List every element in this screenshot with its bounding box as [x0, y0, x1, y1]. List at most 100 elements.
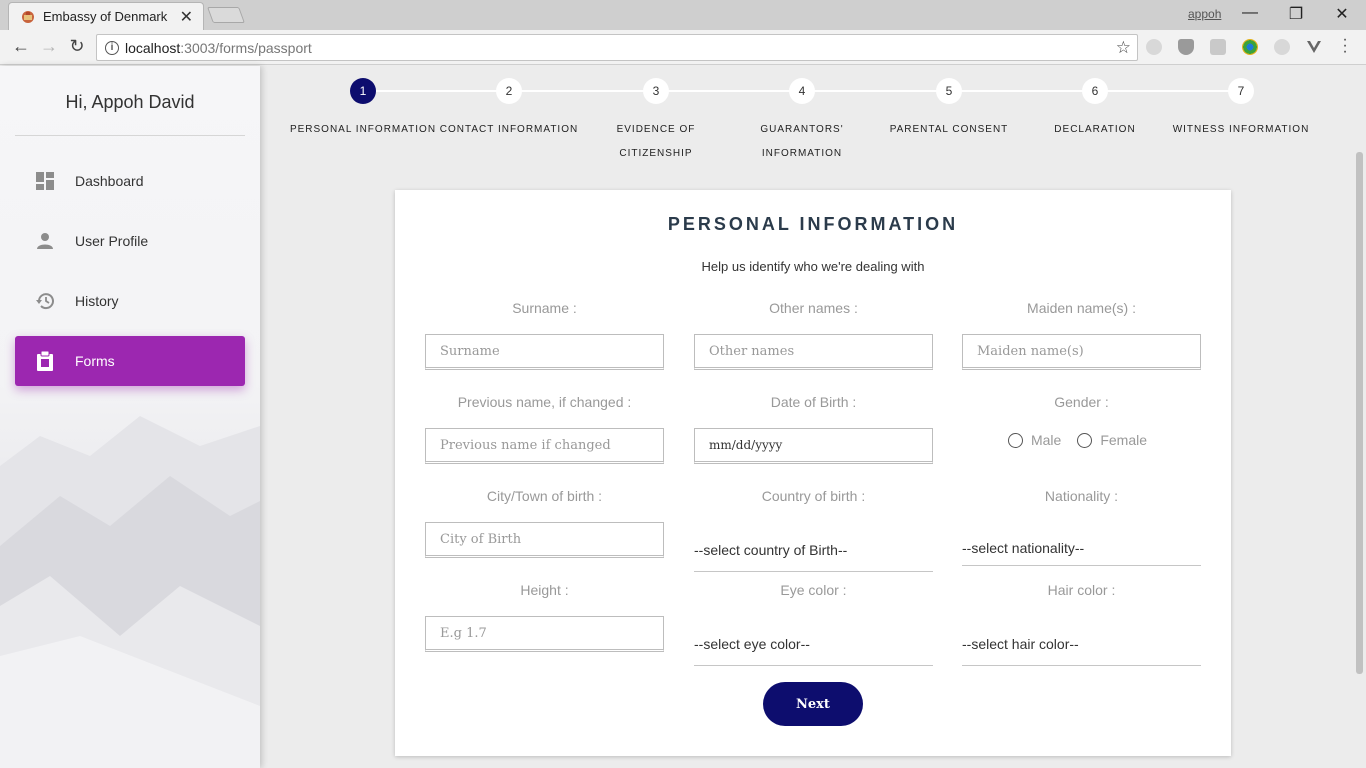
- city-of-birth-input[interactable]: [425, 522, 664, 558]
- back-arrow-icon[interactable]: ←: [10, 36, 32, 57]
- eye-color-select[interactable]: --select eye color--: [694, 628, 933, 666]
- gender-male-radio[interactable]: [1007, 432, 1023, 448]
- next-button[interactable]: Next: [763, 682, 863, 726]
- window-close-button[interactable]: ✕: [1332, 4, 1352, 24]
- step-label: CONTACT INFORMATION: [439, 124, 579, 135]
- profile-button[interactable]: appoh: [1186, 7, 1223, 21]
- browser-tab[interactable]: Embassy of Denmark ✕: [8, 2, 204, 30]
- step-number[interactable]: 5: [936, 78, 962, 104]
- date-of-birth-input[interactable]: mm/dd/yyyy: [694, 428, 933, 464]
- sidebar-item-dashboard[interactable]: Dashboard: [15, 156, 245, 206]
- step-label: GUARANTORS' INFORMATION: [760, 124, 844, 159]
- personal-information-form: PERSONAL INFORMATION Help us identify wh…: [395, 190, 1231, 756]
- history-icon: [35, 291, 55, 311]
- previous-name-field: Previous name, if changed :: [425, 394, 664, 464]
- height-field: Height :: [425, 582, 664, 652]
- form-subtitle: Help us identify who we're dealing with: [701, 259, 925, 274]
- embassy-crest-icon: [22, 10, 34, 23]
- eye-color-field: Eye color : --select eye color--: [694, 582, 933, 666]
- gender-male-label: Male: [1030, 432, 1062, 448]
- step-declaration[interactable]: 6 DECLARATION: [1020, 78, 1170, 142]
- step-number[interactable]: 4: [789, 78, 815, 104]
- date-of-birth-field: Date of Birth : mm/dd/yyyy: [694, 394, 933, 464]
- step-number[interactable]: 7: [1228, 78, 1254, 104]
- sidebar-item-forms[interactable]: Forms: [15, 336, 245, 386]
- site-info-icon[interactable]: i: [105, 40, 119, 55]
- eye-color-label: Eye color :: [780, 582, 847, 598]
- surname-label: Surname :: [512, 300, 577, 316]
- url-path: :3003/forms/passport: [180, 39, 312, 56]
- clipboard-icon: [35, 351, 55, 371]
- surname-field: Surname :: [425, 300, 664, 370]
- dashboard-icon: [35, 171, 55, 191]
- browser-menu-icon[interactable]: · · ·: [1338, 32, 1352, 60]
- sidebar-item-label: User Profile: [75, 233, 149, 249]
- tab-close-icon[interactable]: ✕: [180, 7, 193, 27]
- step-number[interactable]: 2: [496, 78, 522, 104]
- extension-icon-1[interactable]: [1146, 39, 1162, 55]
- step-contact-information[interactable]: 2 CONTACT INFORMATION: [434, 78, 584, 142]
- other-names-label: Other names :: [769, 300, 858, 316]
- extension-icon-3[interactable]: [1210, 39, 1226, 55]
- shield-extension-icon[interactable]: [1178, 39, 1194, 55]
- forward-arrow-icon[interactable]: →: [38, 36, 60, 57]
- step-label: DECLARATION: [1054, 124, 1136, 135]
- gender-radio-group: Male Female: [962, 432, 1201, 448]
- country-of-birth-field: Country of birth : --select country of B…: [694, 488, 933, 572]
- hair-color-label: Hair color :: [1047, 582, 1116, 598]
- browser-tab-bar: Embassy of Denmark ✕ appoh — ❐ ✕: [0, 0, 1366, 30]
- mountain-background-image: [0, 416, 260, 768]
- maiden-names-input[interactable]: [962, 334, 1201, 370]
- reload-icon[interactable]: ↻: [66, 36, 88, 57]
- url-host: localhost: [125, 39, 181, 56]
- sidebar-divider: [15, 135, 245, 136]
- other-names-field: Other names :: [694, 300, 933, 370]
- restore-button[interactable]: ❐: [1286, 4, 1306, 24]
- nationality-field: Nationality : --select nationality--: [962, 488, 1201, 566]
- sidebar-item-label: Dashboard: [75, 173, 144, 189]
- page-scrollbar[interactable]: [1356, 152, 1363, 674]
- previous-name-input[interactable]: [425, 428, 664, 464]
- nationality-label: Nationality :: [1044, 488, 1119, 504]
- step-parental-consent[interactable]: 5 PARENTAL CONSENT: [874, 78, 1024, 142]
- vue-devtools-icon[interactable]: [1306, 39, 1322, 55]
- browser-toolbar: ← → ↻ i localhost:3003/forms/passport ☆ …: [0, 30, 1366, 65]
- step-evidence-of-citizenship[interactable]: 3 EVIDENCE OF CITIZENSHIP: [581, 78, 731, 166]
- extension-icon-5[interactable]: [1274, 39, 1290, 55]
- step-label: PARENTAL CONSENT: [889, 124, 1009, 135]
- step-number[interactable]: 6: [1082, 78, 1108, 104]
- maiden-names-field: Maiden name(s) :: [962, 300, 1201, 370]
- city-of-birth-label: City/Town of birth :: [486, 488, 603, 504]
- sidebar: Hi, Appoh David Dashboard User Profile H…: [0, 66, 260, 768]
- hair-color-select[interactable]: --select hair color--: [962, 628, 1201, 666]
- date-of-birth-label: Date of Birth :: [770, 394, 857, 410]
- minimize-button[interactable]: —: [1240, 4, 1260, 22]
- height-label: Height :: [520, 582, 569, 598]
- step-label: EVIDENCE OF CITIZENSHIP: [616, 124, 696, 159]
- new-tab-button[interactable]: [207, 7, 245, 23]
- country-of-birth-label: Country of birth :: [761, 488, 866, 504]
- step-number[interactable]: 3: [643, 78, 669, 104]
- step-number[interactable]: 1: [350, 78, 376, 104]
- surname-input[interactable]: [425, 334, 664, 370]
- gender-female-radio[interactable]: [1077, 432, 1093, 448]
- gender-female-label: Female: [1100, 432, 1148, 448]
- sidebar-item-history[interactable]: History: [15, 276, 245, 326]
- step-witness-information[interactable]: 7 WITNESS INFORMATION: [1166, 78, 1316, 142]
- colorful-extension-icon[interactable]: [1242, 39, 1258, 55]
- bookmark-star-icon[interactable]: ☆: [1116, 38, 1131, 58]
- form-title: PERSONAL INFORMATION: [667, 214, 959, 234]
- user-greeting: Hi, Appoh David: [65, 92, 195, 112]
- country-of-birth-select[interactable]: --select country of Birth--: [694, 534, 933, 572]
- address-bar[interactable]: i localhost:3003/forms/passport ☆: [96, 34, 1138, 61]
- gender-label: Gender :: [1054, 394, 1109, 410]
- city-of-birth-field: City/Town of birth :: [425, 488, 664, 558]
- height-input[interactable]: [425, 616, 664, 652]
- other-names-input[interactable]: [694, 334, 933, 370]
- step-label: PERSONAL INFORMATION: [289, 124, 437, 135]
- form-stepper: 1 PERSONAL INFORMATION 2 CONTACT INFORMA…: [270, 66, 1356, 166]
- nationality-select[interactable]: --select nationality--: [962, 532, 1201, 566]
- sidebar-item-user-profile[interactable]: User Profile: [15, 216, 245, 266]
- step-guarantors-information[interactable]: 4 GUARANTORS' INFORMATION: [727, 78, 877, 166]
- step-personal-information[interactable]: 1 PERSONAL INFORMATION: [288, 78, 438, 142]
